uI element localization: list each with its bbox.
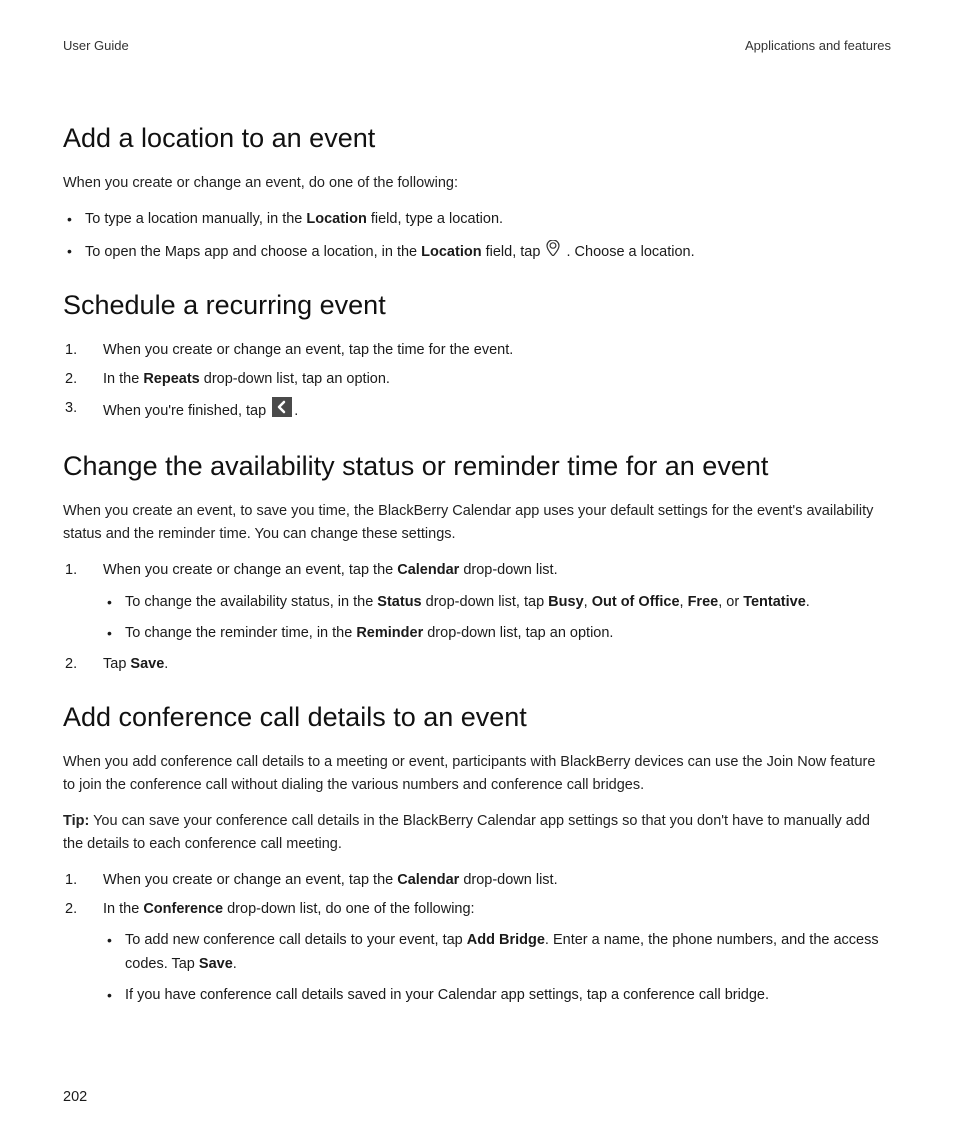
- section4-tip: Tip: You can save your conference call d…: [63, 810, 891, 855]
- location-pin-icon: [546, 240, 560, 264]
- section1-intro: When you create or change an event, do o…: [63, 172, 891, 194]
- list-item: In the Conference drop-down list, do one…: [63, 898, 891, 1007]
- heading-change-availability: Change the availability status or remind…: [63, 451, 891, 482]
- list-item: When you're finished, tap .: [63, 397, 891, 425]
- list-item: Tap Save.: [63, 653, 891, 676]
- section4-intro: When you add conference call details to …: [63, 751, 891, 796]
- back-chevron-icon: [272, 397, 292, 425]
- heading-conference-call: Add conference call details to an event: [63, 702, 891, 733]
- section3-intro: When you create an event, to save you ti…: [63, 500, 891, 545]
- list-item: To type a location manually, in the Loca…: [85, 208, 891, 231]
- list-item: When you create or change an event, tap …: [63, 869, 891, 892]
- list-item: To add new conference call details to yo…: [125, 929, 891, 975]
- heading-schedule-recurring: Schedule a recurring event: [63, 290, 891, 321]
- list-item: When you create or change an event, tap …: [63, 339, 891, 362]
- list-item: To change the reminder time, in the Remi…: [125, 622, 891, 645]
- list-item: In the Repeats drop-down list, tap an op…: [63, 368, 891, 391]
- page-number: 202: [63, 1089, 87, 1105]
- section1-bullets: To type a location manually, in the Loca…: [63, 208, 891, 263]
- heading-add-location: Add a location to an event: [63, 123, 891, 154]
- list-item: To change the availability status, in th…: [125, 591, 891, 614]
- section3-steps: When you create or change an event, tap …: [63, 559, 891, 676]
- section4-steps: When you create or change an event, tap …: [63, 869, 891, 1007]
- section2-steps: When you create or change an event, tap …: [63, 339, 891, 426]
- list-item: If you have conference call details save…: [125, 984, 891, 1007]
- list-item: To open the Maps app and choose a locati…: [85, 240, 891, 264]
- list-item: When you create or change an event, tap …: [63, 559, 891, 645]
- header-right: Applications and features: [745, 38, 891, 53]
- header-left: User Guide: [63, 38, 129, 53]
- page-header: User Guide Applications and features: [63, 38, 891, 53]
